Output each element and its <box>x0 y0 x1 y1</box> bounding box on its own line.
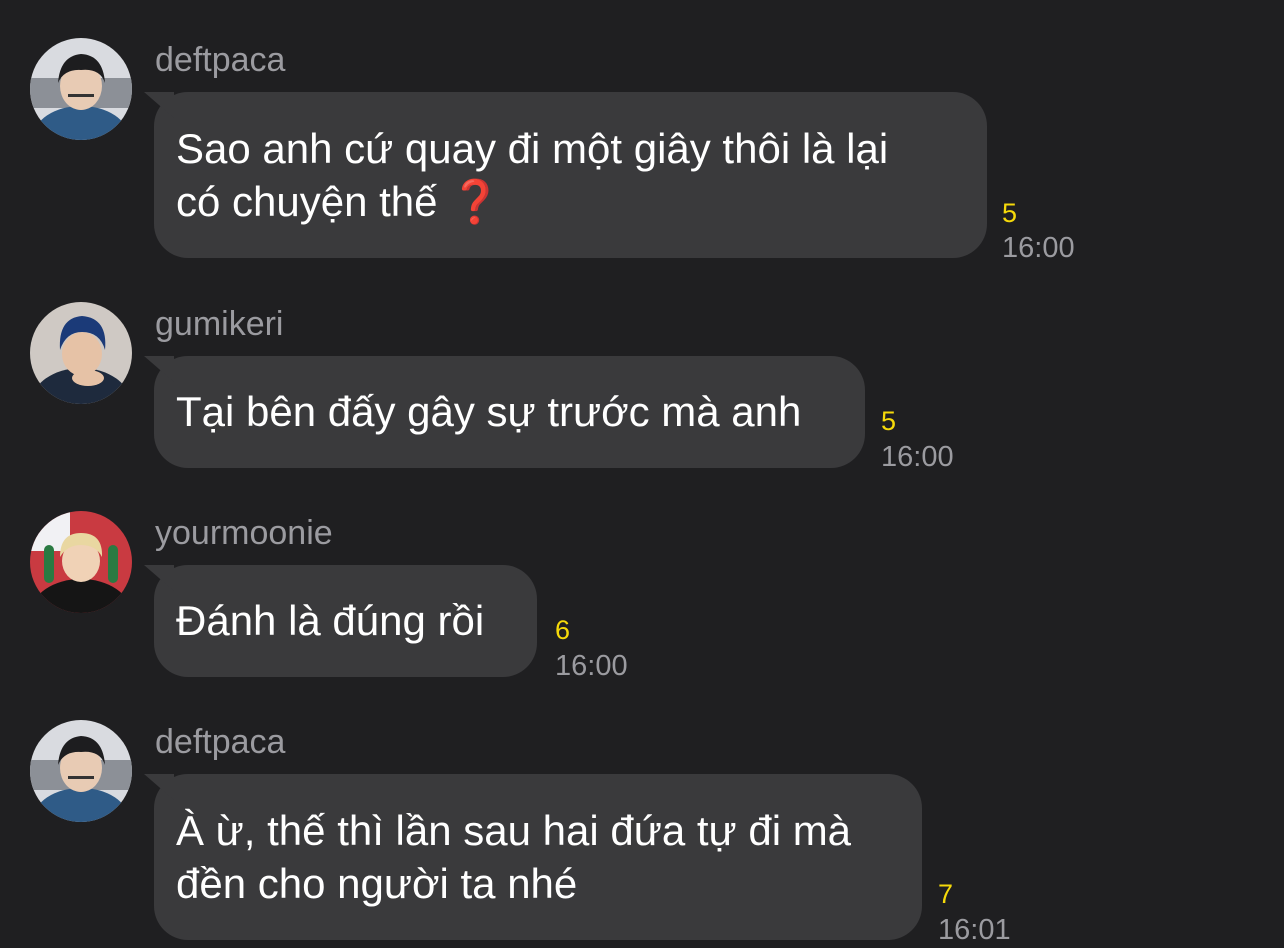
message-line-1: À ừ, thế thì lần sau hai đứa tự đi mà <box>176 807 852 854</box>
avatar[interactable] <box>30 302 132 404</box>
bubble-tail <box>144 92 174 118</box>
read-count: 6 <box>555 615 571 645</box>
message-line-1: Sao anh cứ quay đi một giây thôi là lại <box>176 125 889 172</box>
avatar[interactable] <box>30 38 132 140</box>
sender-name: deftpaca <box>155 41 286 79</box>
message-line-2: đền cho người ta nhé <box>176 860 578 907</box>
timestamp: 16:00 <box>555 650 628 682</box>
bubble-tail <box>144 774 174 800</box>
avatar-yourmoonie-icon <box>30 511 132 613</box>
avatar-deftpaca-icon <box>30 38 132 140</box>
read-count: 7 <box>938 879 954 909</box>
bubble-tail <box>144 356 174 382</box>
timestamp: 16:01 <box>938 914 1011 946</box>
avatar-deftpaca-icon <box>30 720 132 822</box>
avatar-gumikeri-icon <box>30 302 132 404</box>
message-bubble[interactable]: À ừ, thế thì lần sau hai đứa tự đi mà đề… <box>144 774 922 940</box>
sender-name: deftpaca <box>155 723 286 761</box>
read-count: 5 <box>1002 198 1018 228</box>
avatar[interactable] <box>30 511 132 613</box>
message-line-1: Tại bên đấy gây sự trước mà anh <box>176 388 802 435</box>
sender-name: gumikeri <box>155 305 284 343</box>
read-count: 5 <box>881 406 897 436</box>
message-bubble[interactable]: Đánh là đúng rồi <box>144 565 537 677</box>
avatar[interactable] <box>30 720 132 822</box>
bubble-tail <box>144 565 174 591</box>
message-line-1: Đánh là đúng rồi <box>176 597 485 644</box>
message-line-2: có chuyện thế ❓ <box>176 178 502 225</box>
message-bubble[interactable]: Tại bên đấy gây sự trước mà anh <box>144 356 865 468</box>
sender-name: yourmoonie <box>155 514 333 552</box>
timestamp: 16:00 <box>1002 232 1075 264</box>
message-bubble[interactable]: Sao anh cứ quay đi một giây thôi là lại … <box>144 92 987 258</box>
timestamp: 16:00 <box>881 441 954 473</box>
question-mark-icon: ❓ <box>449 178 502 225</box>
